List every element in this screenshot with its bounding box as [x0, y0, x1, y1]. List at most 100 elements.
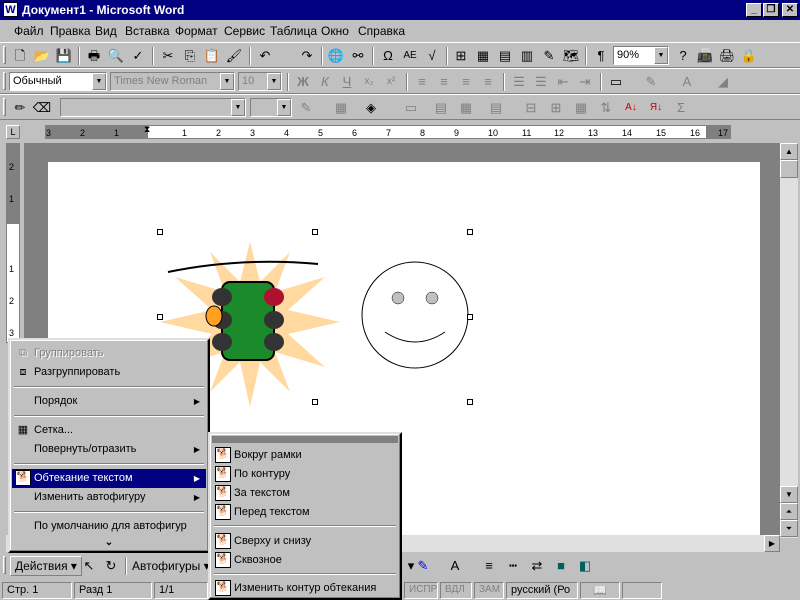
chevron-down-icon[interactable]: ▼: [277, 99, 291, 116]
bold-icon[interactable]: Ж: [292, 72, 314, 92]
autoformat-icon[interactable]: ▦: [570, 98, 592, 118]
italic-icon[interactable]: К: [314, 72, 336, 92]
chevron-down-icon[interactable]: ▼: [267, 73, 281, 90]
menu-item-order[interactable]: Порядок ▶: [12, 392, 206, 411]
close-button[interactable]: ✕: [782, 3, 798, 17]
format-painter-icon[interactable]: 🖌: [223, 46, 245, 66]
outside-border-icon[interactable]: ▦: [330, 98, 352, 118]
save-icon[interactable]: 💾: [53, 46, 75, 66]
vertical-ruler[interactable]: 2 1 1 2 3: [6, 143, 20, 343]
select-objects-icon[interactable]: ↖: [78, 556, 100, 576]
scroll-thumb[interactable]: [780, 160, 798, 178]
submenu-drag-bar[interactable]: [212, 436, 398, 443]
undo-icon[interactable]: ↶: [254, 46, 276, 66]
align-left-icon[interactable]: ≡: [411, 72, 433, 92]
borders-icon[interactable]: ▭: [605, 72, 627, 92]
vertical-scrollbar[interactable]: ▲ ▼ ⏶ ⏷: [780, 143, 798, 538]
status-language[interactable]: русский (Ро: [506, 582, 578, 599]
menu-format[interactable]: Формат: [175, 24, 218, 38]
tab-selector[interactable]: L: [6, 125, 20, 139]
menu-item-autoshape-defaults[interactable]: По умолчанию для автофигур: [12, 517, 206, 536]
status-track-changes[interactable]: ИСПР: [404, 582, 438, 599]
subscript-icon[interactable]: x₂: [358, 72, 380, 92]
symbol-icon[interactable]: Ω: [377, 46, 399, 66]
spelling-icon[interactable]: ✓: [127, 46, 149, 66]
restore-button[interactable]: ❐: [763, 3, 779, 17]
distribute-rows-icon[interactable]: ⊟: [520, 98, 542, 118]
status-extend[interactable]: ВДЛ: [440, 582, 472, 599]
selection-handle[interactable]: [467, 399, 473, 405]
title-bar[interactable]: W Документ1 - Microsoft Word _ ❐ ✕: [0, 0, 800, 20]
sort-ascending-icon[interactable]: А↓: [620, 98, 642, 118]
superscript-icon[interactable]: x²: [380, 72, 402, 92]
fax-icon[interactable]: 📠: [694, 46, 716, 66]
border-color-icon[interactable]: ✎: [295, 98, 317, 118]
selection-handle[interactable]: [467, 229, 473, 235]
bullets-icon[interactable]: ☰: [530, 72, 552, 92]
chevron-down-icon[interactable]: ▼: [654, 47, 668, 64]
next-page-icon[interactable]: ⏷: [780, 520, 798, 537]
selection-handle[interactable]: [157, 314, 163, 320]
underline-icon[interactable]: Ч: [336, 72, 358, 92]
free-rotate-icon[interactable]: ↻: [100, 556, 122, 576]
menu-item-group[interactable]: ⧉ Группировать: [12, 344, 206, 363]
scroll-down-icon[interactable]: ▼: [780, 486, 798, 503]
dash-style-icon[interactable]: ┅: [502, 556, 524, 576]
line-style-combo[interactable]: ▼: [60, 98, 246, 117]
tables-borders-icon[interactable]: ⊞: [450, 46, 472, 66]
decrease-indent-icon[interactable]: ⇤: [552, 72, 574, 92]
wrap-tight-item[interactable]: 🐕 По контуру: [212, 465, 398, 484]
minimize-button[interactable]: _: [746, 3, 762, 17]
eraser-icon[interactable]: ⌫: [31, 98, 53, 118]
zoom-combo[interactable]: 90% ▼: [613, 46, 669, 65]
wrap-through-item[interactable]: 🐕 Сквозное: [212, 551, 398, 570]
document-map-icon[interactable]: 🗺: [560, 46, 582, 66]
shading-icon[interactable]: ◈: [360, 98, 382, 118]
paste-icon[interactable]: 📋: [201, 46, 223, 66]
wrap-in-front-item[interactable]: 🐕 Перед текстом: [212, 503, 398, 522]
new-document-icon[interactable]: 🗋: [9, 46, 31, 66]
word-app-icon[interactable]: W: [3, 2, 18, 17]
menu-file[interactable]: Файл: [14, 24, 44, 38]
3d-icon[interactable]: ◧: [574, 556, 596, 576]
menu-item-change-autoshape[interactable]: Изменить автофигуру ▶: [12, 488, 206, 507]
align-center-icon[interactable]: ≡: [433, 72, 455, 92]
font-color-icon[interactable]: A: [444, 556, 466, 576]
expand-menu-chevron-icon[interactable]: ⌄: [12, 537, 206, 548]
line-color-icon[interactable]: ✎: [412, 556, 434, 576]
text-direction-icon[interactable]: ⇅: [595, 98, 617, 118]
chevron-down-icon[interactable]: ▼: [92, 73, 106, 90]
line-weight-combo[interactable]: ▼: [250, 98, 292, 117]
show-hide-icon[interactable]: ¶: [590, 46, 612, 66]
spelling-status-icon[interactable]: 📖: [580, 582, 620, 599]
open-folder-icon[interactable]: 📂: [31, 46, 53, 66]
line-style-icon[interactable]: ≡: [478, 556, 500, 576]
shadow-icon[interactable]: ◢: [712, 72, 734, 92]
menu-item-rotate-flip[interactable]: Повернуть/отразить ▶: [12, 440, 206, 459]
menu-item-grid[interactable]: ▦ Сетка...: [12, 421, 206, 440]
font-size-combo[interactable]: 10 ▼: [238, 72, 282, 91]
font-color-icon[interactable]: A: [676, 72, 698, 92]
wrap-top-bottom-item[interactable]: 🐕 Сверху и снизу: [212, 532, 398, 551]
help-icon[interactable]: ?: [672, 46, 694, 66]
web-toolbar-icon[interactable]: ⚯: [347, 46, 369, 66]
mail-icon[interactable]: 🔒: [738, 46, 760, 66]
cut-icon[interactable]: ✂: [157, 46, 179, 66]
selection-handle[interactable]: [467, 314, 473, 320]
insert-table-icon-2[interactable]: ▭: [400, 98, 422, 118]
toolbar-grip[interactable]: [3, 72, 6, 90]
scroll-right-icon[interactable]: ▶: [764, 535, 780, 552]
previous-page-icon[interactable]: ⏶: [780, 503, 798, 520]
actions-button[interactable]: Действия ▾: [10, 556, 82, 576]
autoshapes-button[interactable]: Автофигуры ▾: [132, 559, 210, 573]
menu-edit[interactable]: Правка: [50, 24, 91, 38]
chevron-down-icon[interactable]: ▼: [220, 73, 234, 90]
printer-icon[interactable]: 🖨: [716, 46, 738, 66]
toolbar-grip[interactable]: [3, 46, 6, 64]
numbering-icon[interactable]: ☰: [508, 72, 530, 92]
merge-cells-icon[interactable]: ▤: [430, 98, 452, 118]
menu-item-text-wrapping[interactable]: 🐕 Обтекание текстом ▶: [12, 469, 206, 488]
wrap-behind-text-item[interactable]: 🐕 За текстом: [212, 484, 398, 503]
sort-descending-icon[interactable]: Я↓: [645, 98, 667, 118]
font-combo[interactable]: Times New Roman ▼: [110, 72, 235, 91]
